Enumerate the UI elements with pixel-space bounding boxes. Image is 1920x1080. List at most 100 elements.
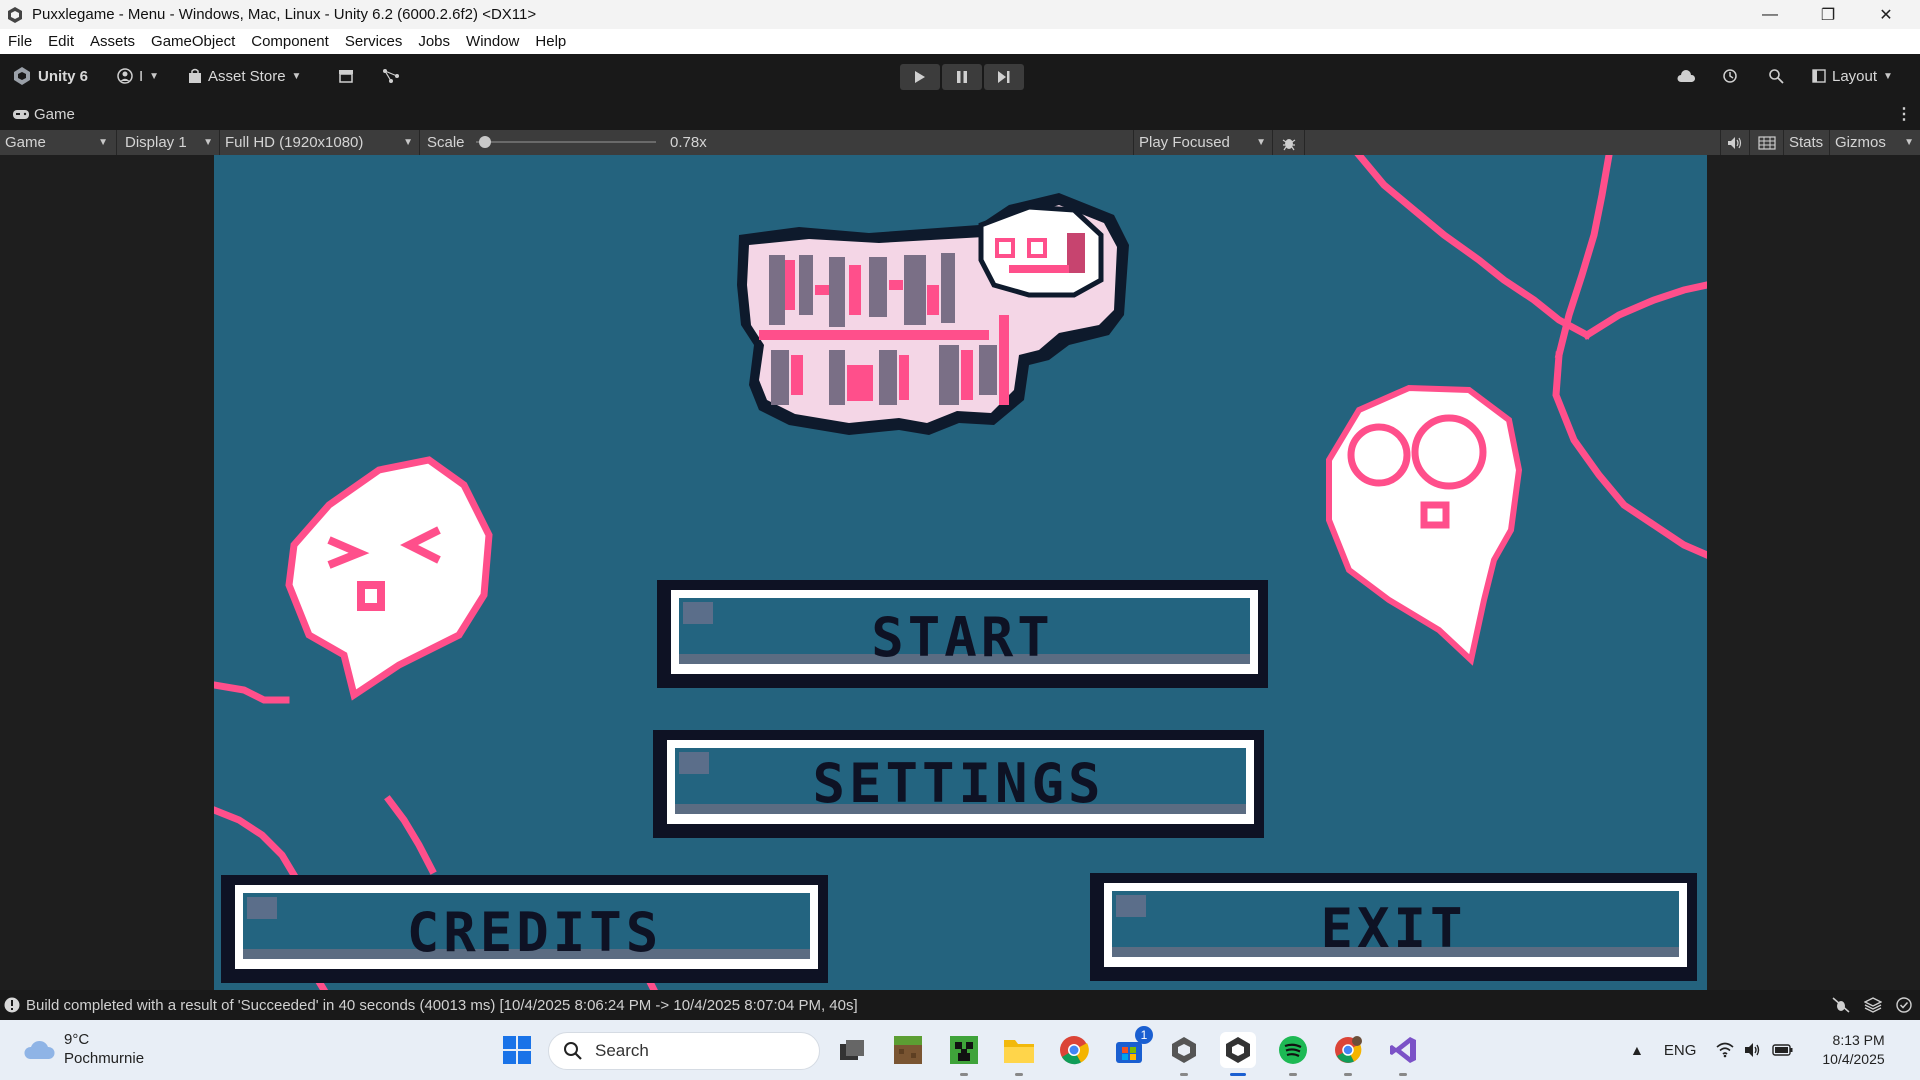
chevron-down-icon: ▼ (98, 137, 108, 148)
history-button[interactable] (1722, 54, 1738, 98)
menu-bar: File Edit Assets GameObject Component Se… (0, 29, 1920, 54)
chevron-down-icon: ▼ (1883, 70, 1893, 82)
search-button[interactable] (1768, 54, 1784, 98)
notification-badge: 1 (1135, 1026, 1153, 1044)
unity-hub-app[interactable] (1166, 1032, 1202, 1076)
menu-services[interactable]: Services (337, 33, 411, 50)
bug-icon (1282, 138, 1295, 150)
start-button-label: START (871, 606, 1054, 669)
menu-file[interactable]: File (0, 33, 40, 50)
microsoft-store-app[interactable]: 1 (1111, 1026, 1153, 1068)
wifi-icon (1716, 1042, 1734, 1058)
game-view[interactable]: START SETTINGS CREDITS EXIT (214, 155, 1707, 990)
display-dropdown[interactable]: Display 1 ▼ (120, 130, 220, 155)
chrome-profile-icon (1335, 1036, 1362, 1063)
grid-icon (1757, 135, 1776, 150)
menu-window[interactable]: Window (458, 33, 527, 50)
tab-game[interactable]: Game (12, 98, 75, 130)
chevron-down-icon: ▼ (403, 137, 413, 148)
play-mode-dropdown[interactable]: Play Focused ▼ (1133, 130, 1273, 155)
start-button[interactable]: START (657, 580, 1268, 688)
scale-slider-thumb[interactable] (479, 136, 491, 148)
weather-description: Pochmurnie (64, 1050, 145, 1067)
scale-control: Scale 0.78x (422, 130, 722, 155)
pause-button[interactable] (942, 64, 982, 90)
pause-icon (957, 71, 967, 83)
gizmos-label: Gizmos (1835, 134, 1886, 151)
minimize-button[interactable]: — (1741, 0, 1799, 29)
taskbar-search-placeholder: Search (595, 1041, 649, 1060)
clock[interactable]: 8:13 PM 10/4/2025 (1822, 1031, 1884, 1069)
check-circle-icon[interactable] (1896, 997, 1912, 1013)
creeper-icon (950, 1036, 978, 1064)
unity-logo-icon (8, 6, 22, 23)
bag-icon (189, 68, 201, 83)
mute-audio-toggle[interactable] (1720, 130, 1750, 155)
chevron-up-icon[interactable]: ▲ (1630, 1042, 1644, 1058)
close-button[interactable]: ✕ (1857, 0, 1915, 29)
windows-logo-icon (503, 1036, 531, 1064)
unity-account-button[interactable]: Unity 6 (12, 54, 88, 98)
minecraft-app[interactable] (890, 1032, 926, 1068)
asset-store-button[interactable]: Asset Store ▼ (188, 54, 301, 98)
console-status-bar[interactable]: Build completed with a result of 'Succee… (0, 990, 1920, 1020)
menu-help[interactable]: Help (527, 33, 574, 50)
task-view-icon (840, 1040, 864, 1060)
view-mode-dropdown[interactable]: Game ▼ (0, 130, 117, 155)
step-button[interactable] (984, 64, 1024, 90)
chevron-down-icon: ▼ (1904, 137, 1914, 148)
menu-edit[interactable]: Edit (40, 33, 82, 50)
weather-widget[interactable]: 9°C Pochmurnie (22, 1030, 144, 1068)
settings-button[interactable]: SETTINGS (653, 730, 1264, 838)
taskbar-search-box[interactable]: Search (548, 1032, 820, 1070)
main-toolbar: Unity 6 I ▼ Asset Store ▼ Layout ▼ (0, 54, 1920, 98)
file-explorer-app[interactable] (1001, 1032, 1037, 1076)
credits-button-label: CREDITS (406, 901, 663, 964)
chevron-down-icon: ▼ (291, 70, 302, 82)
start-menu-button[interactable] (499, 1032, 535, 1068)
debug-off-icon[interactable] (1832, 997, 1850, 1013)
quick-settings[interactable] (1716, 1042, 1794, 1058)
system-tray: ▲ ENG 8:13 PM 10/4/2025 (1630, 1020, 1885, 1080)
chrome-icon (1060, 1036, 1089, 1065)
debug-toggle[interactable] (1273, 130, 1305, 155)
version-control-button[interactable] (382, 54, 400, 98)
restore-button[interactable]: ❐ (1799, 0, 1857, 29)
game-logo (737, 193, 1129, 435)
play-button[interactable] (900, 64, 940, 90)
unity-editor-app[interactable] (1220, 1032, 1256, 1076)
spotify-app[interactable] (1275, 1032, 1311, 1076)
windows-taskbar: 9°C Pochmurnie Search 1 ▲ ENG 8:13 PM 10… (0, 1020, 1920, 1080)
credits-button[interactable]: CREDITS (221, 875, 828, 983)
package-icon-button[interactable] (338, 54, 354, 98)
clock-date: 10/4/2025 (1822, 1051, 1885, 1067)
account-label: I (139, 67, 144, 85)
weather-temperature: 9°C (64, 1031, 90, 1048)
clock-time: 8:13 PM (1832, 1032, 1885, 1048)
language-indicator[interactable]: ENG (1664, 1042, 1697, 1059)
aspect-toggle[interactable] (1750, 130, 1784, 155)
layout-dropdown[interactable]: Layout ▼ (1812, 54, 1893, 98)
asset-store-label: Asset Store (208, 67, 286, 85)
tab-game-label: Game (34, 105, 75, 123)
resolution-dropdown[interactable]: Full HD (1920x1080) ▼ (220, 130, 420, 155)
task-view-button[interactable] (834, 1032, 870, 1068)
chrome-profile-app[interactable] (1330, 1032, 1366, 1076)
exit-button[interactable]: EXIT (1090, 873, 1697, 981)
gizmos-dropdown[interactable]: Gizmos ▼ (1830, 130, 1920, 155)
cloud-button[interactable] (1676, 54, 1696, 98)
visual-studio-app[interactable] (1385, 1032, 1421, 1076)
stats-toggle[interactable]: Stats (1784, 130, 1830, 155)
menu-jobs[interactable]: Jobs (410, 33, 458, 50)
scale-slider-track[interactable] (476, 141, 656, 143)
console-status-message: Build completed with a result of 'Succee… (26, 996, 858, 1014)
chrome-app[interactable] (1056, 1032, 1092, 1068)
account-dropdown[interactable]: I ▼ (117, 54, 159, 98)
layers-icon[interactable] (1864, 997, 1882, 1013)
menu-component[interactable]: Component (243, 33, 337, 50)
menu-assets[interactable]: Assets (82, 33, 143, 50)
creeper-app[interactable] (946, 1032, 982, 1076)
more-options-icon[interactable]: ⋮ (1896, 104, 1912, 124)
volume-icon (1745, 1043, 1760, 1057)
menu-gameobject[interactable]: GameObject (143, 33, 243, 50)
